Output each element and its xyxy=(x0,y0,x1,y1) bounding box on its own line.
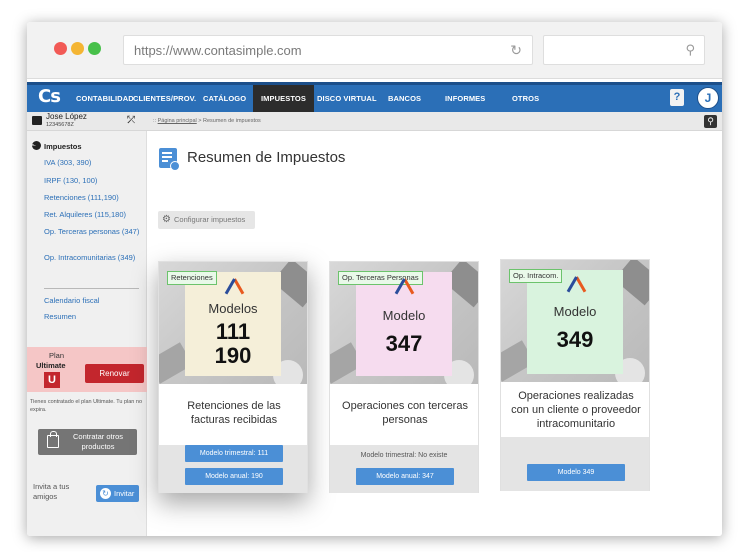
address-text: https://www.contasimple.com xyxy=(134,43,302,58)
card-modelo-label: Modelo xyxy=(382,308,426,323)
card-description: Operaciones realizadas con un cliente o … xyxy=(511,390,641,430)
switch-user-icon[interactable]: ⤱ xyxy=(127,115,135,126)
help-icon[interactable]: ? xyxy=(670,89,684,106)
main-content: Resumen de Impuestos ⚙ Configurar impues… xyxy=(148,131,722,536)
card-actions: Modelo trimestral: 111 Modelo anual: 190 xyxy=(159,445,307,493)
plan-box: Plan Ultimate U Renovar xyxy=(27,347,147,392)
reload-icon[interactable]: ↻ xyxy=(510,42,522,59)
browser-window: https://www.contasimple.com ↻ ⚲ Cs CONTA… xyxy=(27,22,722,536)
sidebar: Impuestos IVA (303, 390) IRPF (130, 100)… xyxy=(27,131,147,536)
browser-chrome: https://www.contasimple.com ↻ ⚲ xyxy=(27,22,722,79)
sidebar-item-retenciones[interactable]: Retenciones (111,190) xyxy=(44,193,144,202)
nav-item-contabilidad[interactable]: CONTABILIDAD xyxy=(76,94,134,103)
address-bar[interactable]: https://www.contasimple.com ↻ xyxy=(123,35,533,65)
sidebar-item-op-intracomunitarias[interactable]: Op. Intracomunitarias (349) xyxy=(44,253,144,262)
gear-icon: ⚙ xyxy=(162,214,171,225)
tax-card-terceras-personas: Op. Terceras Personas Modelo 347 Operaci… xyxy=(329,261,479,493)
modelo-349-button[interactable]: Modelo 349 xyxy=(527,464,625,481)
sidebar-item-iva[interactable]: IVA (303, 390) xyxy=(44,158,144,167)
contract-products-button[interactable]: Contratar otros productos xyxy=(38,429,137,455)
card-modelo-label: Modelos xyxy=(208,301,258,316)
shopping-bag-icon xyxy=(47,431,59,448)
nav-item-catalogo[interactable]: CATÁLOGO xyxy=(203,94,246,103)
breadcrumb-home-link[interactable]: Página principal xyxy=(158,118,197,124)
card-actions: Modelo 349 xyxy=(501,437,649,491)
card-modelo-label: Modelo xyxy=(553,304,597,319)
user-id: 12345678Z xyxy=(46,122,74,128)
card-tag: Op. Intracom. xyxy=(509,269,563,283)
sub-bar: Jose López 12345678Z ⤱ :: Página princip… xyxy=(27,112,722,131)
nav-item-informes[interactable]: INFORMES xyxy=(445,94,485,103)
tax-card-retenciones: Retenciones Modelos 111 190 Retenciones … xyxy=(158,261,308,493)
plan-badge-icon: U xyxy=(44,372,60,388)
aeat-logo-icon xyxy=(394,278,415,295)
invite-text: Invita a tus amigos xyxy=(33,482,70,501)
contract-products-label: Contratar otros productos xyxy=(72,432,124,451)
nav-item-clientes[interactable]: CLIENTES/PROV. xyxy=(133,94,196,103)
sidebar-item-irpf[interactable]: IRPF (130, 100) xyxy=(44,176,144,185)
user-name: Jose López xyxy=(46,112,87,121)
tax-card-intracomunitarias: Op. Intracom. Modelo 349 Operaciones rea… xyxy=(500,259,650,491)
sidebar-item-calendario[interactable]: Calendario fiscal xyxy=(44,296,144,305)
modelo-347-button[interactable]: Modelo anual: 347 xyxy=(356,468,454,485)
user-card: Jose López 12345678Z ⤱ xyxy=(27,112,147,131)
sidebar-item-ret-alquileres[interactable]: Ret. Alquileres (115,180) xyxy=(44,210,144,219)
nav-item-bancos[interactable]: BANCOS xyxy=(388,94,421,103)
nav-item-disco-virtual[interactable]: DISCO VIRTUAL xyxy=(317,94,377,103)
breadcrumb: :: Página principal > Resumen de impuest… xyxy=(153,118,261,124)
card-description: Operaciones con terceras personas xyxy=(342,400,468,426)
page-title: Resumen de Impuestos xyxy=(187,149,346,166)
breadcrumb-current: Resumen de impuestos xyxy=(203,118,261,124)
tax-summary-icon xyxy=(159,148,180,171)
sidebar-divider xyxy=(44,288,139,289)
pie-chart-icon xyxy=(32,141,41,150)
sidebar-section-title: Impuestos xyxy=(32,141,82,151)
modelo-190-button[interactable]: Modelo anual: 190 xyxy=(185,468,283,485)
page-search-icon[interactable]: ⚲ xyxy=(704,115,717,128)
top-nav: Cs CONTABILIDAD CLIENTES/PROV. CATÁLOGO … xyxy=(27,82,722,112)
breadcrumb-prefix: :: xyxy=(153,118,157,124)
sidebar-item-op-terceras[interactable]: Op. Terceras personas (347) xyxy=(44,227,144,236)
close-window-button[interactable] xyxy=(54,42,67,55)
invite-icon: ↻ xyxy=(100,488,111,499)
card-modelo-number: 347 xyxy=(385,331,423,356)
plan-name: Ultimate xyxy=(36,361,66,370)
card-actions: Modelo trimestral: No existe Modelo anua… xyxy=(330,445,478,493)
renew-button[interactable]: Renovar xyxy=(85,364,144,383)
configure-taxes-label: Configurar impuestos xyxy=(174,215,246,224)
card-description: Retenciones de las facturas recibidas xyxy=(187,400,281,426)
search-icon: ⚲ xyxy=(685,42,695,57)
aeat-logo-icon xyxy=(224,278,245,295)
minimize-window-button[interactable] xyxy=(71,42,84,55)
sidebar-item-resumen[interactable]: Resumen xyxy=(44,312,144,321)
card-note: Modelo trimestral: No existe xyxy=(360,452,448,459)
card-modelo-number: 111 xyxy=(215,319,251,344)
maximize-window-button[interactable] xyxy=(88,42,101,55)
plan-note: Tienes contratado el plan Ultimate. Tu p… xyxy=(30,399,143,413)
plan-label: Plan xyxy=(49,351,65,360)
configure-taxes-button[interactable]: ⚙ Configurar impuestos xyxy=(158,211,255,229)
browser-search-input[interactable]: ⚲ xyxy=(543,35,705,65)
card-modelo-number: 190 xyxy=(214,343,252,368)
aeat-logo-icon xyxy=(566,276,587,293)
contasimple-logo[interactable]: Cs xyxy=(38,86,61,107)
id-card-icon xyxy=(32,116,42,125)
user-avatar[interactable]: J xyxy=(697,87,719,109)
modelo-111-button[interactable]: Modelo trimestral: 111 xyxy=(185,445,283,462)
invite-label: Invitar xyxy=(114,489,135,498)
nav-item-impuestos[interactable]: IMPUESTOS xyxy=(253,85,314,112)
card-modelo-number: 349 xyxy=(556,327,594,352)
invite-button[interactable]: ↻ Invitar xyxy=(96,485,139,502)
card-tag: Retenciones xyxy=(167,271,217,285)
nav-item-otros[interactable]: OTROS xyxy=(512,94,539,103)
